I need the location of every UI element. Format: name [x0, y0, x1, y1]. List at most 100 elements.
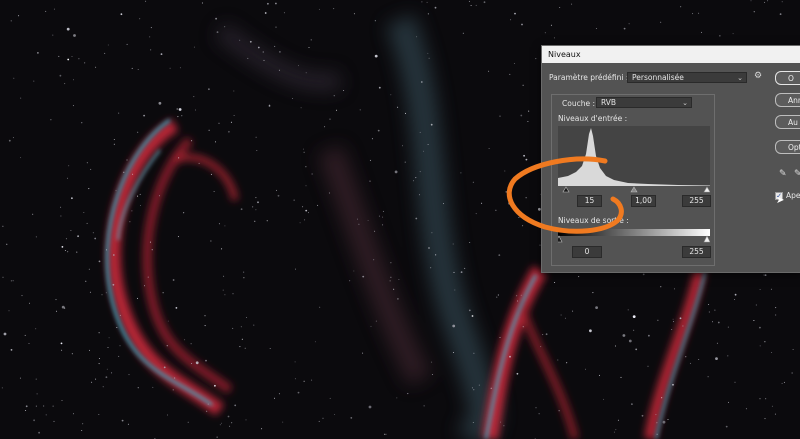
- star: [208, 88, 210, 91]
- star: [764, 1, 766, 3]
- output-black-field[interactable]: 0: [572, 246, 602, 258]
- star: [240, 326, 242, 328]
- star: [369, 180, 371, 182]
- star: [415, 177, 417, 179]
- star: [6, 243, 8, 245]
- star: [19, 377, 21, 379]
- star: [277, 194, 280, 197]
- star: [430, 123, 433, 126]
- star: [12, 137, 14, 139]
- star: [152, 386, 154, 388]
- ok-button[interactable]: O: [775, 71, 800, 85]
- star: [554, 282, 556, 283]
- star: [61, 349, 63, 351]
- star: [753, 320, 755, 321]
- star: [167, 320, 169, 322]
- star: [229, 425, 231, 427]
- star: [232, 327, 234, 329]
- star: [679, 317, 682, 320]
- star: [216, 31, 219, 33]
- star: [528, 110, 530, 112]
- star: [191, 140, 193, 142]
- star: [390, 262, 392, 264]
- input-gamma-field[interactable]: 1,00: [631, 195, 656, 207]
- star: [137, 387, 139, 389]
- star: [76, 251, 78, 253]
- star: [628, 339, 632, 343]
- star: [233, 115, 235, 116]
- preset-dropdown[interactable]: Personnalisée ⌄: [627, 72, 747, 83]
- star: [434, 6, 437, 9]
- star: [255, 209, 257, 211]
- star: [64, 307, 66, 309]
- options-button[interactable]: Optio: [775, 140, 800, 154]
- star: [230, 121, 232, 123]
- star: [269, 348, 271, 349]
- star: [207, 403, 209, 405]
- star: [314, 341, 316, 343]
- star: [382, 224, 384, 226]
- channel-label: Couche :: [562, 99, 595, 108]
- star: [635, 348, 638, 351]
- channel-dropdown[interactable]: RVB ⌄: [596, 97, 692, 108]
- star: [470, 5, 472, 6]
- star: [759, 345, 761, 347]
- star: [223, 275, 225, 277]
- star: [305, 72, 307, 74]
- cancel-button[interactable]: Ann: [775, 93, 800, 107]
- star: [657, 319, 659, 321]
- star: [218, 223, 220, 225]
- star: [193, 96, 195, 98]
- star: [734, 299, 736, 300]
- star: [129, 221, 131, 223]
- auto-button[interactable]: Au: [775, 115, 800, 129]
- star: [29, 302, 30, 304]
- star: [374, 54, 378, 58]
- star: [169, 67, 171, 69]
- star: [243, 277, 245, 279]
- star: [45, 10, 47, 12]
- star: [488, 148, 490, 149]
- star: [115, 190, 117, 192]
- star: [126, 43, 128, 45]
- eyedropper-gray-icon[interactable]: ✎: [794, 169, 800, 179]
- input-white-field[interactable]: 255: [682, 195, 711, 207]
- output-slider-track[interactable]: [558, 235, 710, 243]
- output-white-field[interactable]: 255: [682, 246, 711, 258]
- dialog-title[interactable]: Niveaux: [542, 46, 800, 63]
- star: [496, 296, 498, 298]
- eyedropper-black-icon[interactable]: ✎: [779, 169, 787, 179]
- star: [431, 232, 433, 234]
- star: [60, 342, 63, 345]
- star: [527, 121, 529, 122]
- star: [127, 423, 129, 425]
- star: [394, 170, 398, 174]
- star: [631, 403, 633, 405]
- star: [184, 339, 186, 341]
- star: [257, 201, 259, 204]
- star: [261, 428, 263, 430]
- star: [714, 309, 716, 311]
- star: [667, 419, 669, 420]
- star: [221, 248, 223, 250]
- star: [86, 222, 88, 224]
- star: [50, 119, 52, 121]
- star: [247, 57, 249, 59]
- star: [37, 52, 39, 54]
- star: [428, 247, 430, 249]
- gear-icon[interactable]: ⚙: [754, 71, 762, 81]
- star: [755, 304, 757, 306]
- star: [59, 74, 62, 77]
- star: [318, 8, 320, 10]
- star: [319, 306, 321, 308]
- star: [65, 238, 67, 240]
- star: [8, 139, 11, 142]
- star: [370, 325, 372, 327]
- star: [336, 109, 337, 111]
- star: [595, 306, 598, 309]
- star: [589, 329, 592, 333]
- star: [71, 353, 73, 355]
- star: [82, 423, 84, 425]
- star: [137, 131, 139, 133]
- star: [770, 288, 772, 290]
